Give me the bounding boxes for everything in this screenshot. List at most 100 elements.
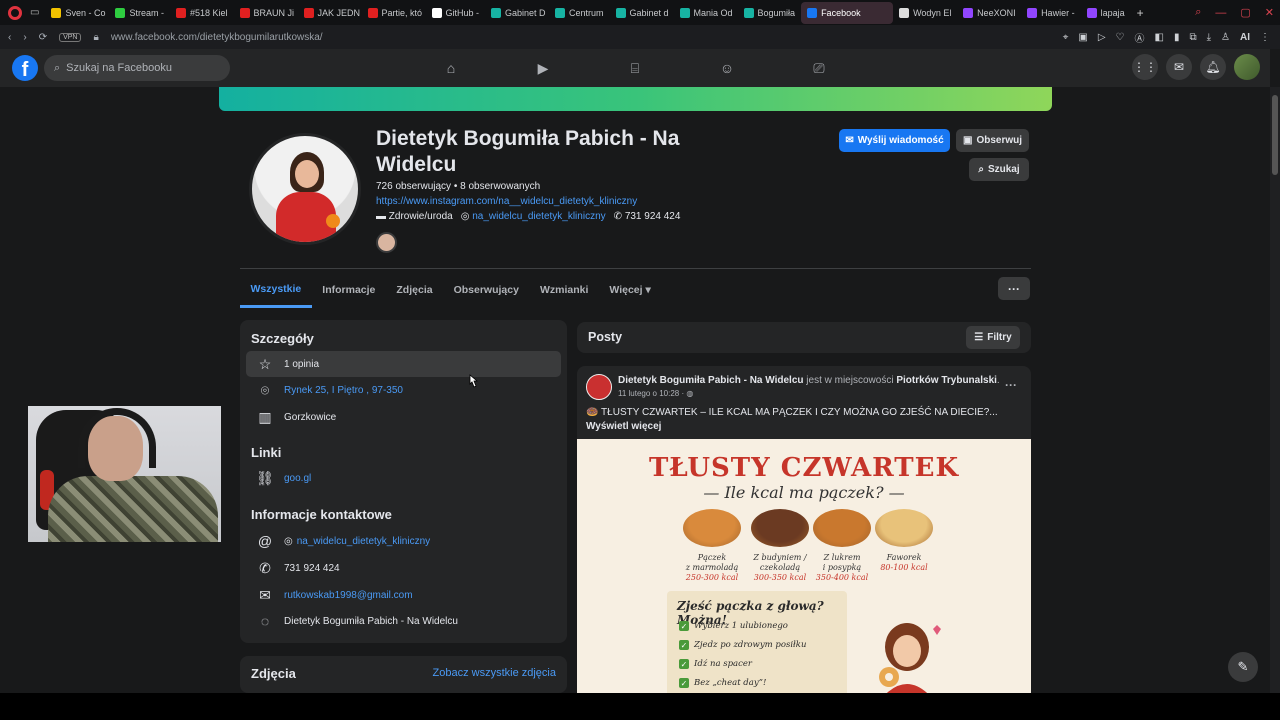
- battery-icon[interactable]: ▮: [1174, 32, 1180, 43]
- follow-button[interactable]: ▣ Obserwuj: [956, 129, 1029, 152]
- tab-info[interactable]: Informacje: [312, 272, 386, 308]
- browser-tab[interactable]: Facebook: [801, 1, 894, 24]
- send-message-button[interactable]: ✉ Wyślij wiadomość: [839, 129, 950, 152]
- tab-favicon-icon: [1027, 7, 1038, 18]
- donut-name: Pączek z marmoladą: [685, 553, 739, 572]
- reviews-label: 1 opinia: [284, 358, 320, 370]
- new-tab-button[interactable]: +: [1137, 6, 1144, 20]
- browser-tab[interactable]: #518 Kiel: [170, 2, 234, 24]
- browser-tab[interactable]: Centrum: [549, 2, 610, 24]
- browser-tab[interactable]: Sven - Co: [45, 2, 109, 24]
- menu-grid-icon[interactable]: ⋮⋮: [1132, 54, 1158, 80]
- browser-tab[interactable]: Gabinet D: [485, 2, 549, 24]
- donut-name: Z lukrem i posypką: [822, 553, 862, 572]
- contact-email-row: ✉ rutkowskab1998@gmail.com: [246, 582, 561, 608]
- ig-handle-link[interactable]: na_widelcu_dietetyk_kliniczny: [472, 211, 605, 222]
- tab-followers[interactable]: Obserwujący: [443, 272, 529, 308]
- followers-count[interactable]: 726 obserwujący • 8 obserwowanych: [376, 181, 540, 192]
- tab-favicon-icon: [899, 7, 910, 18]
- filters-button[interactable]: ☰ Filtry: [966, 326, 1020, 349]
- phone-icon: ✆: [613, 211, 623, 222]
- extension-shield-icon[interactable]: ◧: [1155, 32, 1164, 43]
- post-author-name[interactable]: Dietetyk Bogumiła Pabich - Na Widelcu: [618, 375, 804, 386]
- reload-icon[interactable]: ⟳: [39, 32, 47, 43]
- ai-button[interactable]: AI: [1240, 32, 1250, 43]
- browser-tab[interactable]: GitHub -: [426, 2, 486, 24]
- marketplace-icon[interactable]: ⌸: [624, 57, 646, 79]
- browser-tab[interactable]: BRAUN Ji: [234, 2, 298, 24]
- browser-tab[interactable]: Mania Od: [674, 2, 738, 24]
- video-icon[interactable]: ▶: [532, 57, 554, 79]
- account-icon[interactable]: ♙: [1221, 32, 1230, 43]
- notifications-bell-icon[interactable]: 🔔︎: [1200, 54, 1226, 80]
- url-field[interactable]: www.facebook.com/dietetykbogumilarutkows…: [111, 32, 323, 43]
- browser-tab[interactable]: lapaja: [1081, 2, 1131, 24]
- post-text: 🍩 TŁUSTY CZWARTEK – ILE KCAL MA PĄCZEK I…: [586, 406, 1026, 434]
- briefcase-icon: ▬: [376, 211, 386, 222]
- browser-tab[interactable]: Bogumiła: [738, 2, 802, 24]
- post-date[interactable]: 11 lutego o 10:28 · ◍: [618, 389, 693, 398]
- contact-email-link[interactable]: rutkowskab1998@gmail.com: [284, 590, 413, 601]
- external-link[interactable]: goo.gl: [284, 473, 311, 484]
- post-image[interactable]: TŁUSTY CZWARTEK — Ile kcal ma pączek? — …: [577, 439, 1031, 693]
- tab-label: NeeXONI: [977, 7, 1016, 18]
- contact-messenger-label: Dietetyk Bogumiła Pabich - Na Widelcu: [284, 615, 458, 627]
- download-icon[interactable]: ⤓: [1207, 32, 1211, 43]
- tab-mentions[interactable]: Wzmianki: [529, 272, 598, 308]
- page-search-button[interactable]: ⌕ Szukaj: [969, 158, 1029, 181]
- tab-photos[interactable]: Zdjęcia: [386, 272, 443, 308]
- messenger-icon[interactable]: ✉: [1166, 54, 1192, 80]
- search-tabs-icon[interactable]: ⌕: [1195, 6, 1201, 19]
- browser-tab[interactable]: Wodyn El: [893, 2, 957, 24]
- profile-picture[interactable]: [249, 133, 361, 245]
- post-options-button[interactable]: ···: [1005, 378, 1017, 392]
- home-icon[interactable]: ⌂: [440, 57, 462, 79]
- menu-icon[interactable]: ⋮: [1260, 32, 1270, 43]
- maximize-button[interactable]: ▢: [1240, 6, 1250, 19]
- tab-all[interactable]: Wszystkie: [240, 272, 312, 308]
- tab-more[interactable]: Więcej ▾: [599, 272, 661, 308]
- new-message-button[interactable]: ✎: [1228, 652, 1258, 682]
- workspace-icon[interactable]: ▭: [30, 7, 39, 18]
- page-scrollbar[interactable]: [1270, 87, 1280, 693]
- facebook-search-input[interactable]: ⌕ Szukaj na Facebooku: [44, 55, 230, 81]
- follower-avatar[interactable]: [376, 232, 397, 253]
- see-all-photos-link[interactable]: Zobacz wszystkie zdjęcia: [433, 667, 557, 679]
- play-icon[interactable]: ▷: [1098, 32, 1106, 43]
- donut-kcal: 350-400 kcal: [815, 573, 869, 582]
- opera-logo-icon[interactable]: [8, 5, 22, 20]
- tab-label: #518 Kiel: [189, 7, 228, 18]
- pin-icon[interactable]: ⌖: [1063, 32, 1069, 43]
- browser-tab[interactable]: Stream -: [109, 2, 170, 24]
- browser-tab[interactable]: NeeXONI: [957, 2, 1021, 24]
- cover-photo[interactable]: [219, 87, 1052, 111]
- extension-a-icon[interactable]: Ⓐ: [1135, 30, 1145, 45]
- see-more-link[interactable]: Wyświetl więcej: [586, 421, 661, 432]
- vpn-badge[interactable]: VPN: [59, 32, 82, 42]
- browser-tab[interactable]: Partie, któ: [362, 2, 426, 24]
- scrollbar-thumb[interactable]: [1272, 95, 1278, 175]
- gaming-icon[interactable]: ⎚: [808, 57, 830, 79]
- extensions-icon[interactable]: ⧉: [1189, 32, 1196, 43]
- address-link[interactable]: Rynek 25, I Piętro , 97-350: [284, 385, 403, 396]
- close-window-button[interactable]: ✕: [1265, 6, 1274, 19]
- groups-icon[interactable]: ☺: [716, 57, 738, 79]
- browser-tab[interactable]: Gabinet d: [610, 2, 674, 24]
- minimize-button[interactable]: —: [1215, 7, 1226, 19]
- post-author-avatar[interactable]: [586, 374, 612, 400]
- contact-ig-link[interactable]: na_widelcu_dietetyk_kliniczny: [297, 536, 430, 547]
- instagram-link[interactable]: https://www.instagram.com/na__widelcu_di…: [376, 196, 637, 207]
- tab-favicon-icon: [491, 7, 502, 18]
- account-avatar[interactable]: [1234, 54, 1260, 80]
- snapshot-icon[interactable]: ▣: [1078, 32, 1087, 43]
- forward-icon[interactable]: ›: [23, 32, 26, 43]
- heart-icon[interactable]: ♡: [1116, 32, 1125, 43]
- donut-label: Faworek 80-100 kcal: [869, 553, 939, 573]
- post-location[interactable]: Piotrków Trybunalski: [896, 375, 997, 386]
- reviews-row[interactable]: ☆ 1 opinia: [246, 351, 561, 377]
- browser-tab[interactable]: Hawier -: [1021, 2, 1081, 24]
- facebook-logo[interactable]: f: [12, 55, 38, 81]
- browser-tab[interactable]: JAK JEDN: [298, 2, 362, 24]
- back-icon[interactable]: ‹: [8, 32, 11, 43]
- more-options-button[interactable]: ···: [998, 277, 1030, 300]
